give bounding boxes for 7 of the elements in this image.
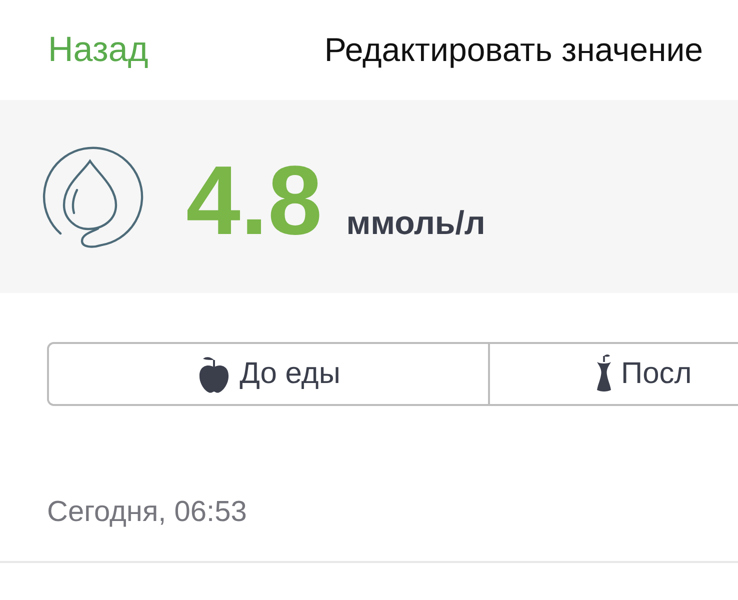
apple-icon [196, 354, 231, 394]
screen-title: Редактировать значение [324, 30, 703, 70]
meal-segment[interactable]: До еды [49, 344, 490, 404]
unit-label: ммоль/л [346, 206, 486, 238]
timestamp: Сегодня, 06:53 [47, 496, 247, 528]
glucose-value: 4.8 [186, 150, 322, 248]
apple-core-icon [596, 354, 612, 394]
